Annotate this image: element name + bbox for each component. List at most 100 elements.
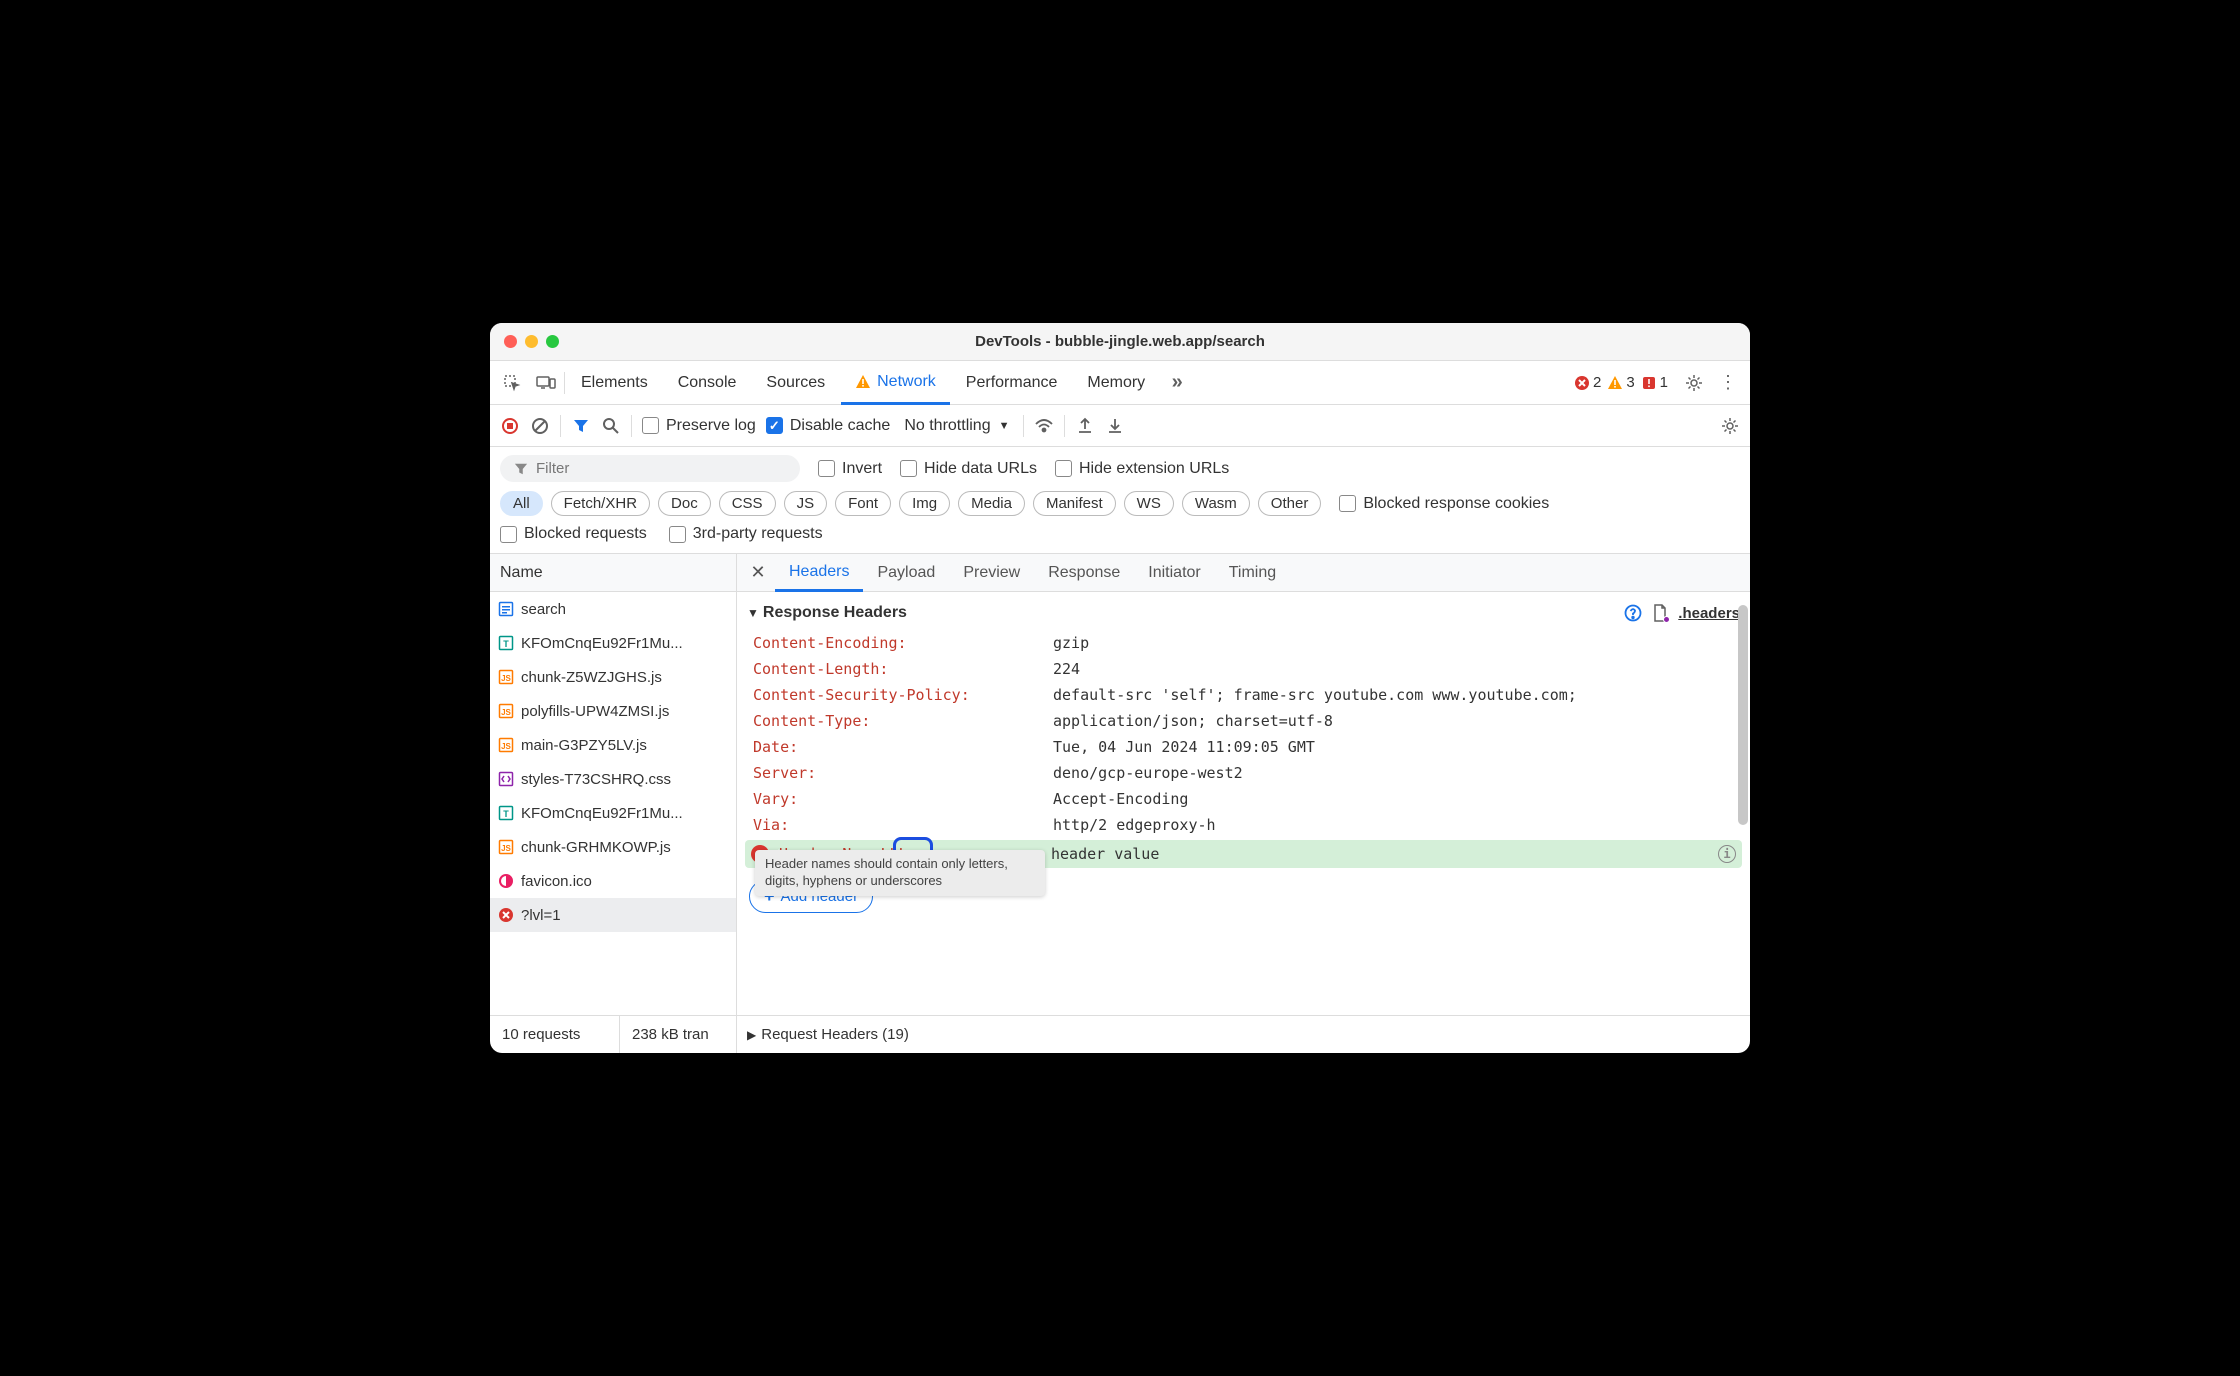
request-name: styles-T73CSHRQ.css: [521, 771, 671, 788]
sidebar-header-name: Name: [490, 554, 736, 592]
request-name: chunk-Z5WZJGHS.js: [521, 669, 662, 686]
upload-icon[interactable]: [1075, 416, 1095, 436]
header-value: Accept-Encoding: [1053, 790, 1188, 808]
headers-file-link[interactable]: .headers: [1678, 605, 1740, 622]
override-file-icon[interactable]: [1652, 604, 1668, 622]
filter-chip-fetch[interactable]: Fetch/XHR: [551, 491, 650, 516]
filter-chip-img[interactable]: Img: [899, 491, 950, 516]
preserve-log-checkbox[interactable]: Preserve log: [642, 417, 756, 435]
issue-badge[interactable]: 1: [1641, 374, 1668, 391]
header-row: Content-Length:224: [737, 656, 1750, 682]
help-icon[interactable]: [1624, 604, 1642, 622]
filter-chip-doc[interactable]: Doc: [658, 491, 711, 516]
tab-elements[interactable]: Elements: [567, 361, 662, 405]
filter-chip-wasm[interactable]: Wasm: [1182, 491, 1250, 516]
header-name: Via:: [753, 816, 1053, 834]
hide-ext-urls-checkbox[interactable]: Hide extension URLs: [1055, 460, 1229, 478]
tab-console[interactable]: Console: [664, 361, 751, 405]
dtab-timing[interactable]: Timing: [1215, 554, 1290, 592]
request-type-icon: [498, 771, 514, 787]
dtab-preview[interactable]: Preview: [949, 554, 1034, 592]
header-row: Via:http/2 edgeproxy-h: [737, 812, 1750, 838]
network-settings-icon[interactable]: [1720, 416, 1740, 436]
third-party-checkbox[interactable]: 3rd-party requests: [669, 525, 823, 543]
tab-memory[interactable]: Memory: [1073, 361, 1159, 405]
request-name: favicon.ico: [521, 873, 592, 890]
blocked-cookies-checkbox[interactable]: Blocked response cookies: [1339, 495, 1549, 513]
request-type-icon: [498, 601, 514, 617]
header-value: http/2 edgeproxy-h: [1053, 816, 1216, 834]
header-value: deno/gcp-europe-west2: [1053, 764, 1243, 782]
request-name: polyfills-UPW4ZMSI.js: [521, 703, 669, 720]
tab-network[interactable]: Network: [841, 361, 950, 405]
clear-icon[interactable]: [530, 416, 550, 436]
filter-chip-manifest[interactable]: Manifest: [1033, 491, 1116, 516]
filter-chip-font[interactable]: Font: [835, 491, 891, 516]
toolbar: Preserve log Disable cache No throttling…: [490, 405, 1750, 447]
dtab-headers[interactable]: Headers: [775, 554, 863, 592]
filter-chip-ws[interactable]: WS: [1124, 491, 1174, 516]
request-item[interactable]: styles-T73CSHRQ.css: [490, 762, 736, 796]
close-details-icon[interactable]: ✕: [741, 562, 775, 583]
throttling-select[interactable]: No throttling ▼: [900, 417, 1013, 435]
request-sidebar: Name searchTKFOmCnqEu92Fr1Mu...JSchunk-Z…: [490, 554, 737, 1015]
request-item[interactable]: favicon.ico: [490, 864, 736, 898]
request-item[interactable]: JSchunk-GRHMKOWP.js: [490, 830, 736, 864]
settings-icon[interactable]: [1678, 367, 1710, 399]
invert-checkbox[interactable]: Invert: [818, 460, 882, 478]
request-item[interactable]: JS polyfills-UPW4ZMSI.js: [490, 694, 736, 728]
request-item[interactable]: TKFOmCnqEu92Fr1Mu...: [490, 626, 736, 660]
filter-chip-js[interactable]: JS: [784, 491, 828, 516]
request-type-icon: T: [498, 805, 514, 821]
device-icon[interactable]: [530, 367, 562, 399]
response-headers-section[interactable]: ▼Response Headers .headers: [737, 596, 1750, 630]
error-badge[interactable]: 2: [1574, 374, 1601, 391]
request-item[interactable]: TKFOmCnqEu92Fr1Mu...: [490, 796, 736, 830]
kebab-icon[interactable]: ⋮: [1712, 367, 1744, 399]
close-window-button[interactable]: [504, 335, 517, 348]
scrollbar-thumb[interactable]: [1738, 605, 1748, 825]
minimize-window-button[interactable]: [525, 335, 538, 348]
details-panel: ✕ Headers Payload Preview Response Initi…: [737, 554, 1750, 1015]
filter-chip-all[interactable]: All: [500, 491, 543, 516]
disable-cache-checkbox[interactable]: Disable cache: [766, 417, 891, 435]
inspect-icon[interactable]: [496, 367, 528, 399]
filter-chip-media[interactable]: Media: [958, 491, 1025, 516]
request-item[interactable]: JSmain-G3PZY5LV.js: [490, 728, 736, 762]
more-tabs-icon[interactable]: »: [1161, 367, 1193, 399]
request-item[interactable]: ?lvl=1: [490, 898, 736, 932]
request-item[interactable]: search: [490, 592, 736, 626]
filter-icon[interactable]: [571, 416, 591, 436]
header-row: Date:Tue, 04 Jun 2024 11:09:05 GMT: [737, 734, 1750, 760]
info-icon[interactable]: i: [1718, 845, 1736, 863]
dtab-initiator[interactable]: Initiator: [1134, 554, 1214, 592]
wifi-icon[interactable]: [1034, 416, 1054, 436]
request-type-icon: JS: [498, 737, 514, 753]
maximize-window-button[interactable]: [546, 335, 559, 348]
request-headers-collapsed[interactable]: ▶Request Headers (19): [737, 1026, 919, 1043]
svg-text:JS: JS: [501, 742, 511, 751]
filter-chip-other[interactable]: Other: [1258, 491, 1322, 516]
dtab-payload[interactable]: Payload: [863, 554, 949, 592]
details-tabs: ✕ Headers Payload Preview Response Initi…: [737, 554, 1750, 592]
blocked-requests-checkbox[interactable]: Blocked requests: [500, 525, 647, 543]
svg-text:JS: JS: [501, 708, 511, 717]
hide-data-urls-checkbox[interactable]: Hide data URLs: [900, 460, 1037, 478]
warning-badge[interactable]: 3: [1607, 374, 1634, 391]
record-icon[interactable]: [500, 416, 520, 436]
header-row: Content-Security-Policy:default-src 'sel…: [737, 682, 1750, 708]
funnel-icon: [514, 462, 528, 476]
header-value: 224: [1053, 660, 1080, 678]
filter-chip-css[interactable]: CSS: [719, 491, 776, 516]
tab-performance[interactable]: Performance: [952, 361, 1072, 405]
download-icon[interactable]: [1105, 416, 1125, 436]
request-item[interactable]: JSchunk-Z5WZJGHS.js: [490, 660, 736, 694]
new-header-value[interactable]: header value: [1051, 845, 1159, 863]
request-name: ?lvl=1: [521, 907, 561, 924]
dtab-response[interactable]: Response: [1034, 554, 1134, 592]
search-icon[interactable]: [601, 416, 621, 436]
filter-input[interactable]: Filter: [500, 455, 800, 482]
tab-sources[interactable]: Sources: [752, 361, 839, 405]
request-name: chunk-GRHMKOWP.js: [521, 839, 671, 856]
header-name: Date:: [753, 738, 1053, 756]
